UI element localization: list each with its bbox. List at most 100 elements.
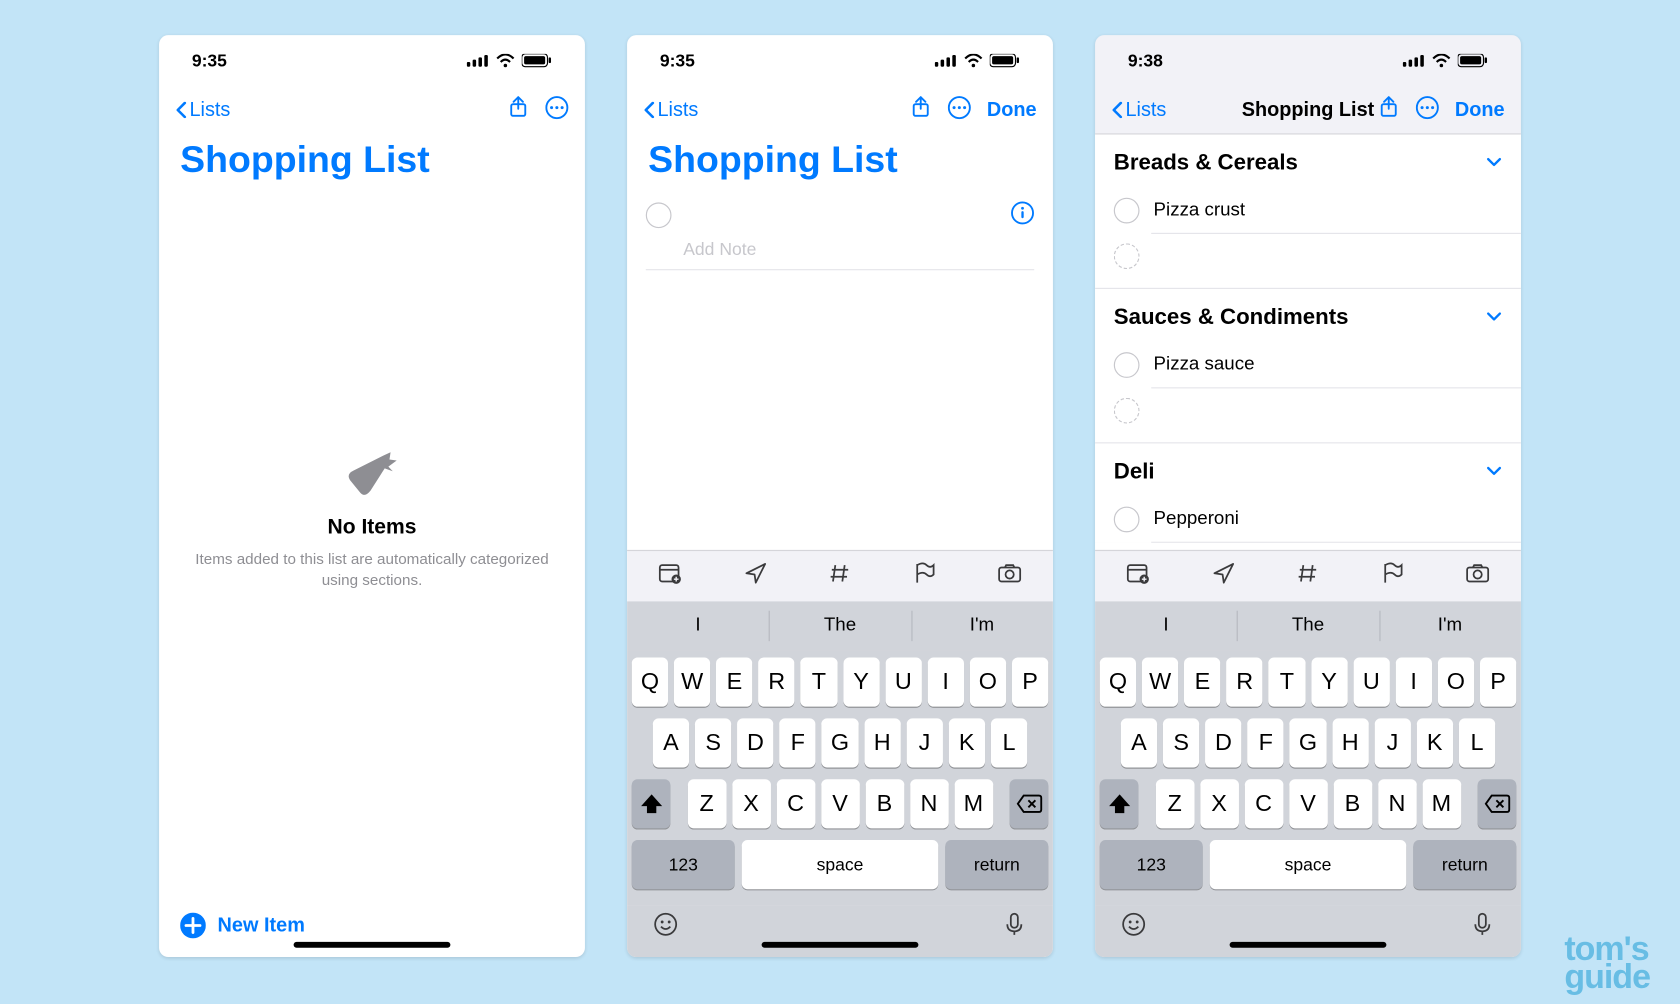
key-l[interactable]: L [1459, 718, 1495, 767]
key-f[interactable]: F [1248, 718, 1284, 767]
item-radio-placeholder[interactable] [1114, 398, 1140, 424]
home-indicator[interactable] [294, 942, 451, 948]
more-button[interactable] [1415, 95, 1438, 124]
suggestion[interactable]: The [769, 601, 911, 650]
list-item[interactable]: Pepperoni [1095, 497, 1521, 541]
key-b[interactable]: B [1333, 779, 1372, 828]
key-c[interactable]: C [776, 779, 815, 828]
share-button[interactable] [910, 95, 931, 124]
key-o[interactable]: O [1438, 658, 1474, 707]
key-r[interactable]: R [758, 658, 794, 707]
key-d[interactable]: D [737, 718, 773, 767]
new-item-placeholder[interactable] [1095, 388, 1521, 432]
key-f[interactable]: F [780, 718, 816, 767]
item-radio-placeholder[interactable] [1114, 243, 1140, 269]
key-w[interactable]: W [1142, 658, 1178, 707]
key-x[interactable]: X [732, 779, 771, 828]
home-indicator[interactable] [762, 942, 919, 948]
share-button[interactable] [508, 95, 529, 124]
flag-button[interactable] [1381, 562, 1404, 591]
key-k[interactable]: K [949, 718, 985, 767]
key-q[interactable]: Q [632, 658, 668, 707]
item-radio[interactable] [1114, 198, 1140, 224]
key-l[interactable]: L [991, 718, 1027, 767]
space-key[interactable]: space [742, 840, 939, 889]
hashtag-button[interactable] [828, 562, 851, 591]
key-h[interactable]: H [1332, 718, 1368, 767]
key-y[interactable]: Y [1311, 658, 1347, 707]
emoji-button[interactable] [1121, 911, 1147, 943]
space-key[interactable]: space [1210, 840, 1407, 889]
key-n[interactable]: N [910, 779, 949, 828]
key-j[interactable]: J [1374, 718, 1410, 767]
return-key[interactable]: return [945, 840, 1048, 889]
section-header[interactable]: Sauces & Condiments [1095, 288, 1521, 343]
key-p[interactable]: P [1480, 658, 1516, 707]
shift-key[interactable] [1100, 779, 1139, 828]
collapse-button[interactable] [1486, 308, 1502, 329]
section-header[interactable]: Deli [1095, 442, 1521, 497]
suggestion[interactable]: I [627, 601, 769, 650]
key-t[interactable]: T [801, 658, 837, 707]
key-n[interactable]: N [1378, 779, 1417, 828]
key-j[interactable]: J [906, 718, 942, 767]
key-a[interactable]: A [1121, 718, 1157, 767]
camera-button[interactable] [997, 562, 1023, 591]
note-input[interactable]: Add Note [646, 233, 1034, 270]
key-r[interactable]: R [1226, 658, 1262, 707]
back-button[interactable]: Lists [175, 98, 230, 121]
shift-key[interactable] [632, 779, 671, 828]
more-button[interactable] [947, 95, 970, 124]
key-g[interactable]: G [822, 718, 858, 767]
key-m[interactable]: M [1422, 779, 1461, 828]
key-i[interactable]: I [927, 658, 963, 707]
suggestion[interactable]: I [1095, 601, 1237, 650]
key-g[interactable]: G [1290, 718, 1326, 767]
key-w[interactable]: W [674, 658, 710, 707]
more-button[interactable] [545, 95, 568, 124]
list-item[interactable]: Pizza sauce [1095, 343, 1521, 387]
info-button[interactable] [1011, 201, 1034, 230]
suggestion[interactable]: The [1237, 601, 1379, 650]
share-button[interactable] [1378, 95, 1399, 124]
dictation-button[interactable] [1469, 911, 1495, 943]
hashtag-button[interactable] [1296, 562, 1319, 591]
key-c[interactable]: C [1244, 779, 1283, 828]
item-radio[interactable] [1114, 507, 1140, 533]
done-button[interactable]: Done [1455, 98, 1505, 121]
key-k[interactable]: K [1417, 718, 1453, 767]
key-v[interactable]: V [1289, 779, 1328, 828]
back-button[interactable]: Lists [1111, 98, 1166, 121]
location-button[interactable] [744, 562, 767, 591]
new-item-placeholder[interactable] [1095, 234, 1521, 278]
suggestion[interactable]: I'm [1379, 601, 1521, 650]
done-button[interactable]: Done [987, 98, 1037, 121]
camera-button[interactable] [1465, 562, 1491, 591]
key-v[interactable]: V [821, 779, 860, 828]
key-u[interactable]: U [885, 658, 921, 707]
calendar-button[interactable] [1125, 562, 1151, 591]
numbers-key[interactable]: 123 [1100, 840, 1203, 889]
suggestion[interactable]: I'm [911, 601, 1053, 650]
collapse-button[interactable] [1486, 153, 1502, 174]
key-z[interactable]: Z [687, 779, 726, 828]
key-p[interactable]: P [1012, 658, 1048, 707]
location-button[interactable] [1212, 562, 1235, 591]
key-s[interactable]: S [1163, 718, 1199, 767]
key-d[interactable]: D [1205, 718, 1241, 767]
backspace-key[interactable] [1010, 779, 1049, 828]
key-z[interactable]: Z [1155, 779, 1194, 828]
key-x[interactable]: X [1200, 779, 1239, 828]
key-u[interactable]: U [1353, 658, 1389, 707]
key-q[interactable]: Q [1100, 658, 1136, 707]
return-key[interactable]: return [1413, 840, 1516, 889]
section-header[interactable]: Breads & Cereals [1095, 135, 1521, 189]
item-radio[interactable] [1114, 352, 1140, 378]
flag-button[interactable] [913, 562, 936, 591]
key-o[interactable]: O [970, 658, 1006, 707]
key-a[interactable]: A [653, 718, 689, 767]
key-e[interactable]: E [716, 658, 752, 707]
key-i[interactable]: I [1395, 658, 1431, 707]
key-t[interactable]: T [1269, 658, 1305, 707]
list-item[interactable]: Pizza crust [1095, 188, 1521, 232]
